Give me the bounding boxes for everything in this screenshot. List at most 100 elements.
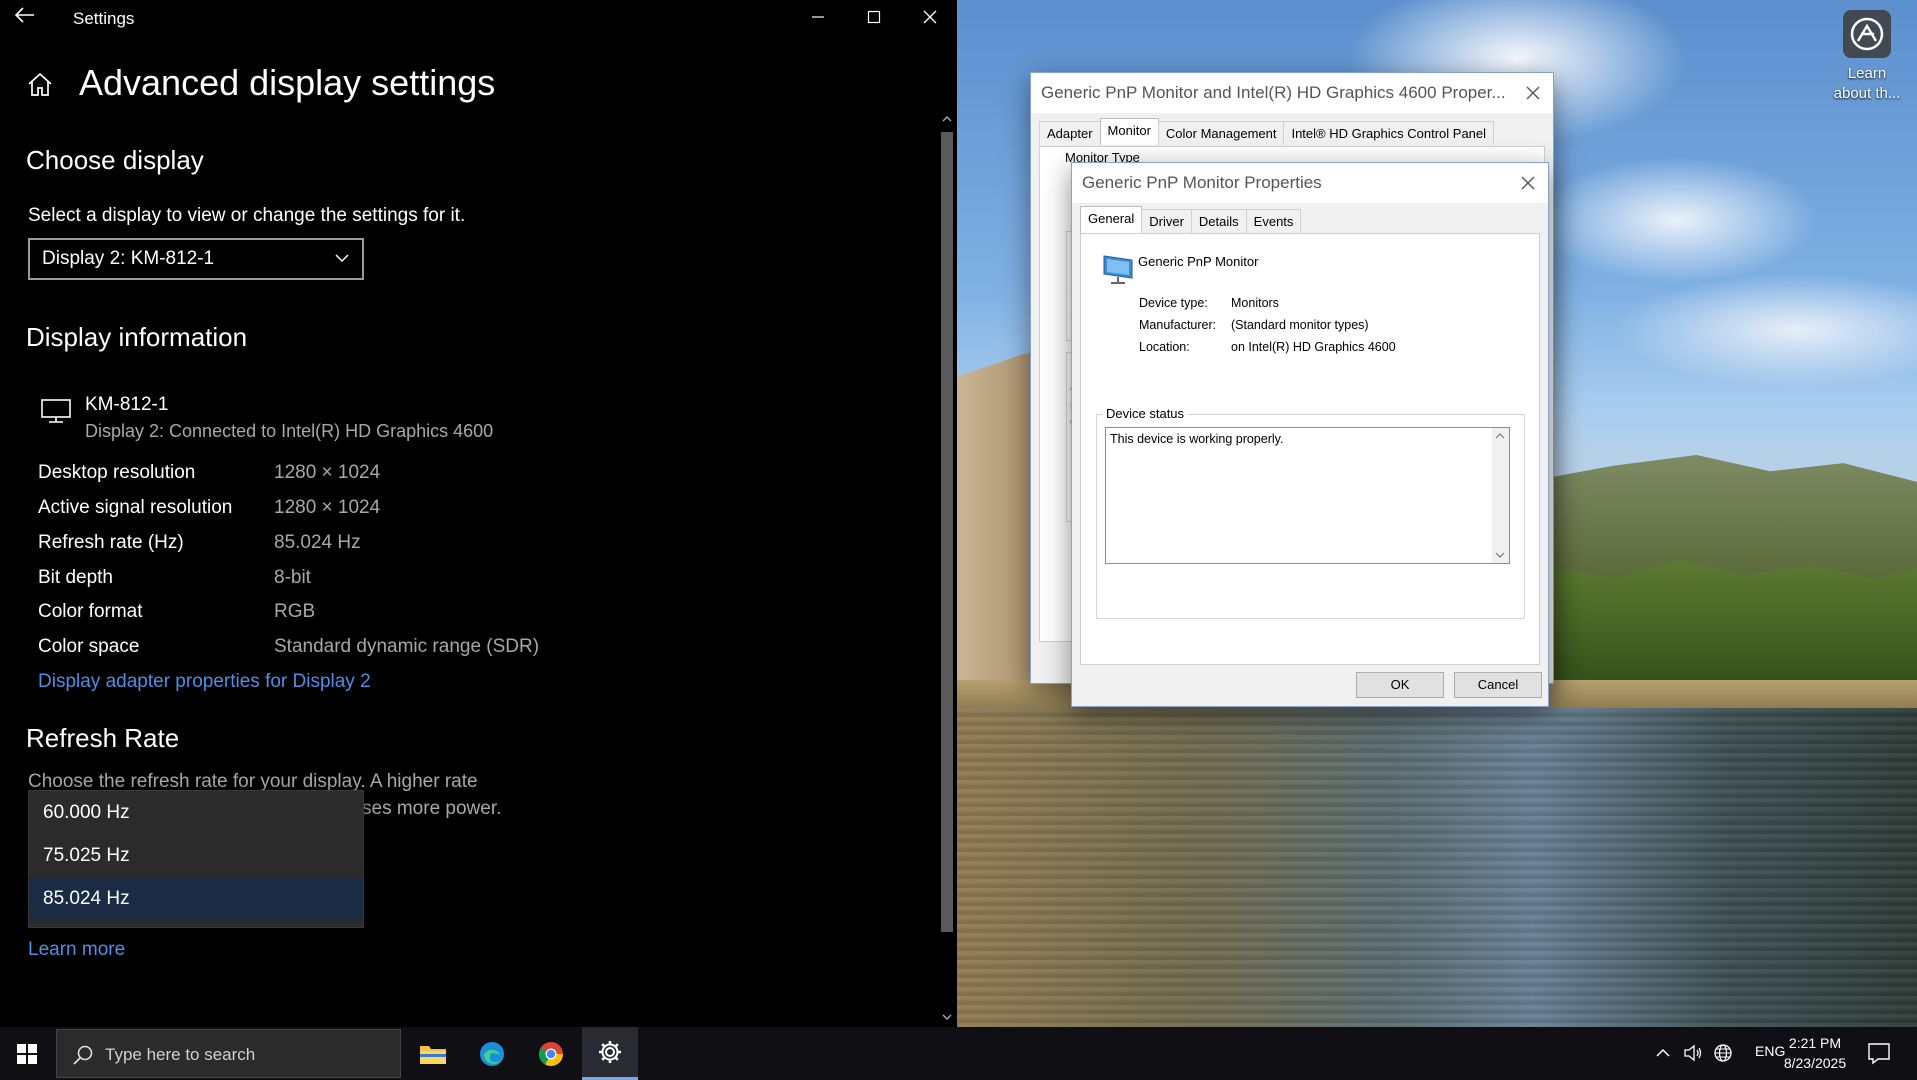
close-button[interactable] xyxy=(902,0,957,34)
monitor-icon xyxy=(40,397,72,425)
location-value: on Intel(R) HD Graphics 4600 xyxy=(1231,340,1396,354)
scroll-up-arrow-icon[interactable] xyxy=(1494,430,1506,442)
status-scrollbar[interactable] xyxy=(1492,428,1509,563)
scrollbar-thumb[interactable] xyxy=(941,132,953,932)
gear-icon xyxy=(599,1041,621,1063)
notification-center-icon[interactable] xyxy=(1866,1040,1892,1066)
device-name: Generic PnP Monitor xyxy=(1138,254,1259,269)
wallpaper-water xyxy=(957,708,1917,1027)
app-title: Settings xyxy=(73,9,135,28)
search-placeholder: Type here to search xyxy=(105,1045,256,1064)
adapter-dialog-titlebar: Generic PnP Monitor and Intel(R) HD Grap… xyxy=(1031,73,1553,113)
desktop-icon-learn-about[interactable]: Learn about th... xyxy=(1817,10,1917,120)
volume-icon[interactable] xyxy=(1682,1042,1704,1064)
spotlight-camera-icon xyxy=(1843,10,1891,58)
monitor-properties-dialog: Generic PnP Monitor Properties General D… xyxy=(1071,162,1549,707)
general-tab-panel: Generic PnP Monitor Device type: Monitor… xyxy=(1080,233,1540,665)
close-icon xyxy=(1526,86,1540,100)
info-label: Active signal resolution xyxy=(38,497,233,518)
monitor-device-icon xyxy=(1101,252,1137,286)
choose-display-description: Select a display to view or change the s… xyxy=(28,205,466,226)
device-type-value: Monitors xyxy=(1231,296,1279,310)
device-status-legend: Device status xyxy=(1103,406,1188,421)
info-value: Standard dynamic range (SDR) xyxy=(274,636,540,657)
info-value: 1280 × 1024 xyxy=(274,497,381,518)
display-select-dropdown[interactable]: Display 2: KM-812-1 xyxy=(28,238,364,280)
info-label: Bit depth xyxy=(38,567,113,588)
info-label: Color format xyxy=(38,601,143,622)
taskbar-search-box[interactable]: Type here to search xyxy=(56,1029,401,1078)
settings-window: Settings Advanced display settings Choos… xyxy=(0,0,957,1027)
info-label: Color space xyxy=(38,636,140,657)
taskbar-settings[interactable] xyxy=(582,1027,638,1080)
tab-monitor[interactable]: Monitor xyxy=(1099,118,1159,145)
tab-color-management[interactable]: Color Management xyxy=(1157,121,1285,145)
search-icon xyxy=(73,1045,93,1065)
tab-intel-hd-graphics-control-panel[interactable]: Intel® HD Graphics Control Panel xyxy=(1283,121,1495,145)
taskbar-clock[interactable]: 2:21 PM 8/23/2025 xyxy=(1780,1033,1850,1073)
monitor-name: KM-812-1 xyxy=(85,394,169,415)
display-adapter-properties-link[interactable]: Display adapter properties for Display 2 xyxy=(38,671,371,693)
info-label: Refresh rate (Hz) xyxy=(38,532,184,553)
taskbar-file-explorer[interactable] xyxy=(405,1027,461,1080)
info-row-refresh-rate: Refresh rate (Hz) 85.024 Hz xyxy=(38,532,738,562)
refresh-rate-dropdown-list[interactable]: 60.000 Hz 75.025 Hz 85.024 Hz xyxy=(28,790,364,928)
learn-more-link[interactable]: Learn more xyxy=(28,939,125,961)
windows-logo-icon xyxy=(17,1043,37,1064)
clock-date: 8/23/2025 xyxy=(1783,1055,1847,1071)
refresh-rate-heading: Refresh Rate xyxy=(26,723,180,753)
device-type-label: Device type: xyxy=(1139,296,1208,310)
edge-icon xyxy=(480,1041,504,1066)
start-button[interactable] xyxy=(0,1027,54,1080)
chevron-down-icon xyxy=(335,254,349,263)
device-status-textbox[interactable]: This device is working properly. xyxy=(1105,427,1510,564)
back-button[interactable] xyxy=(14,4,42,32)
info-row-active-signal-resolution: Active signal resolution 1280 × 1024 xyxy=(38,497,738,527)
tab-adapter[interactable]: Adapter xyxy=(1039,121,1101,145)
tab-details[interactable]: Details xyxy=(1190,209,1247,233)
close-icon xyxy=(1521,176,1535,190)
cancel-button[interactable]: Cancel xyxy=(1454,672,1542,698)
home-icon[interactable] xyxy=(26,70,56,100)
settings-titlebar: Settings xyxy=(0,0,957,36)
adapter-dialog-close-button[interactable] xyxy=(1521,81,1545,105)
info-row-color-space: Color space Standard dynamic range (SDR) xyxy=(38,636,738,666)
taskbar-chrome[interactable] xyxy=(523,1027,579,1080)
monitor-dialog-close-button[interactable] xyxy=(1516,171,1540,195)
maximize-icon xyxy=(867,10,880,24)
refresh-rate-option-85[interactable]: 85.024 Hz xyxy=(29,877,363,920)
scroll-up-arrow-icon[interactable] xyxy=(940,112,954,128)
tab-general[interactable]: General xyxy=(1080,206,1143,233)
settings-scrollbar[interactable] xyxy=(938,112,956,1027)
info-value: 8-bit xyxy=(274,567,311,588)
minimize-button[interactable] xyxy=(790,0,845,34)
tab-events[interactable]: Events xyxy=(1245,209,1302,233)
folder-icon xyxy=(420,1045,446,1064)
network-globe-icon[interactable] xyxy=(1712,1042,1734,1064)
scroll-down-arrow-icon[interactable] xyxy=(940,1010,954,1026)
scroll-down-arrow-icon[interactable] xyxy=(1494,549,1506,561)
adapter-dialog-title: Generic PnP Monitor and Intel(R) HD Grap… xyxy=(1041,83,1506,102)
taskbar-edge[interactable] xyxy=(464,1027,520,1080)
info-row-bit-depth: Bit depth 8-bit xyxy=(38,567,738,597)
close-icon xyxy=(923,10,936,24)
info-value: RGB xyxy=(274,601,316,622)
page-title: Advanced display settings xyxy=(79,62,496,103)
monitor-connection: Display 2: Connected to Intel(R) HD Grap… xyxy=(85,421,494,441)
location-label: Location: xyxy=(1139,340,1190,354)
info-label: Desktop resolution xyxy=(38,462,196,483)
clock-time: 2:21 PM xyxy=(1788,1035,1842,1051)
adapter-dialog-tabs: Adapter Monitor Color Management Intel® … xyxy=(1039,118,1495,145)
back-arrow-icon xyxy=(14,7,34,23)
chrome-icon xyxy=(538,1041,563,1066)
manufacturer-value: (Standard monitor types) xyxy=(1231,318,1369,332)
tab-driver[interactable]: Driver xyxy=(1141,209,1192,233)
ok-button[interactable]: OK xyxy=(1356,672,1444,698)
refresh-rate-option-75[interactable]: 75.025 Hz xyxy=(29,834,363,877)
info-value: 85.024 Hz xyxy=(274,532,361,553)
refresh-rate-option-60[interactable]: 60.000 Hz xyxy=(29,791,363,834)
info-row-desktop-resolution: Desktop resolution 1280 × 1024 xyxy=(38,462,738,492)
manufacturer-label: Manufacturer: xyxy=(1139,318,1217,332)
maximize-button[interactable] xyxy=(846,0,901,34)
chevron-up-icon[interactable] xyxy=(1652,1042,1674,1064)
